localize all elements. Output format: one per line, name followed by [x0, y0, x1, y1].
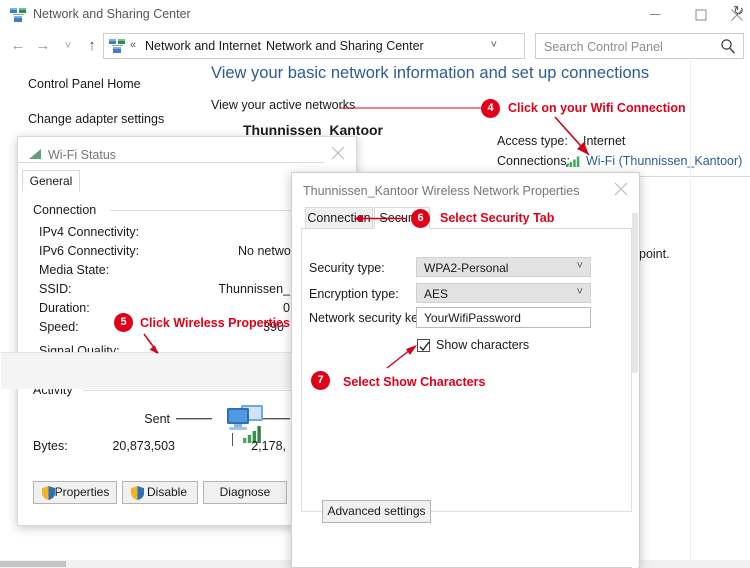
wireless-properties-title: Thunnissen_Kantoor Wireless Network Prop…: [303, 184, 580, 198]
annotation-text-4: Click on your Wifi Connection: [508, 101, 686, 115]
wifi-status-title: Wi-Fi Status: [48, 148, 116, 162]
sidebar-item-change-adapter-settings[interactable]: Change adapter settings: [28, 112, 164, 126]
chevron-down-icon[interactable]: ˅: [491, 39, 497, 51]
search-input[interactable]: Search Control Panel: [535, 33, 744, 59]
connection-link-wifi[interactable]: Wi-Fi (Thunnissen_Kantoor): [586, 154, 742, 168]
window-title: Network and Sharing Center: [33, 7, 191, 21]
ipv6-connectivity-value: No networ: [180, 244, 295, 258]
window-titlebar: Network and Sharing Center: [0, 0, 750, 30]
breadcrumb-item-network-and-sharing-center[interactable]: Network and Sharing Center: [266, 39, 424, 53]
search-icon: [720, 38, 736, 58]
ipv6-connectivity-label: IPv6 Connectivity:: [39, 244, 139, 258]
forward-button[interactable]: →: [31, 33, 55, 59]
properties-button[interactable]: Properties: [33, 481, 117, 504]
chevron-down-icon: ˅: [577, 286, 583, 298]
address-network-icon: [109, 38, 126, 54]
security-type-select[interactable]: WPA2-Personal ˅: [416, 257, 591, 277]
maximize-button[interactable]: [678, 0, 724, 30]
wifi-signal-icon: [29, 149, 42, 163]
active-networks-subheading: View your active networks: [211, 98, 355, 112]
disable-button-label: Disable: [147, 485, 187, 499]
bytes-received-value: 2,178,: [246, 439, 286, 453]
breadcrumb-separator-icon: ›: [254, 40, 258, 52]
annotation-arrow-5: [140, 333, 168, 359]
encryption-type-value: AES: [424, 287, 448, 301]
wifi-status-footer: [1, 352, 339, 389]
panel-divider: [690, 60, 691, 568]
annotation-arrow-7: [385, 344, 421, 370]
network-security-key-label: Network security key: [309, 311, 424, 325]
breadcrumb-item-network-and-internet[interactable]: Network and Internet: [145, 39, 261, 53]
breadcrumb-overflow-icon[interactable]: «: [130, 39, 136, 51]
annotation-badge-7: 7: [311, 371, 330, 390]
network-security-key-input[interactable]: YourWifiPassword: [416, 307, 591, 328]
bytes-label: Bytes:: [33, 439, 68, 453]
refresh-icon[interactable]: ↻: [733, 3, 744, 19]
wifi-status-close-button[interactable]: [320, 137, 356, 169]
shield-icon: [131, 486, 144, 507]
media-state-label: Media State:: [39, 263, 109, 277]
annotation-badge-6: 6: [411, 209, 430, 228]
trailing-text: point.: [639, 247, 670, 261]
network-icon: [10, 7, 27, 23]
dialog-scrollbar-thumb[interactable]: [632, 213, 638, 373]
encryption-type-select[interactable]: AES ˅: [416, 283, 591, 303]
encryption-type-label: Encryption type:: [309, 287, 399, 301]
recent-locations-button[interactable]: ˅: [56, 33, 80, 59]
annotation-arrow-4: [553, 115, 599, 163]
activity-divider: [232, 433, 233, 446]
security-type-label: Security type:: [309, 261, 385, 275]
connection-group-label: Connection: [33, 203, 101, 217]
wireless-properties-close-button[interactable]: [603, 173, 639, 205]
back-button[interactable]: ←: [6, 33, 30, 59]
bytes-sent-value: 20,873,503: [110, 439, 175, 453]
annotation-arrow-6: [353, 214, 409, 224]
annotation-text-6: Select Security Tab: [440, 211, 554, 225]
properties-button-label: Properties: [55, 485, 110, 499]
sidebar-item-control-panel-home[interactable]: Control Panel Home: [28, 77, 141, 91]
ssid-label: SSID:: [39, 282, 72, 296]
search-placeholder: Search Control Panel: [544, 40, 663, 54]
up-button[interactable]: ↑: [80, 33, 104, 59]
annotation-leader-line-4: [340, 105, 484, 111]
close-icon: [332, 147, 345, 160]
shield-icon: [42, 486, 55, 507]
minimize-button[interactable]: [632, 0, 678, 30]
close-icon: [615, 183, 628, 196]
page-title: View your basic network information and …: [211, 64, 649, 83]
sent-dash-line: [176, 418, 212, 421]
speed-label: Speed:: [39, 320, 79, 334]
security-type-value: WPA2-Personal: [424, 261, 508, 275]
ipv4-connectivity-label: IPv4 Connectivity:: [39, 225, 139, 239]
duration-value: 0: [180, 301, 290, 315]
address-bar[interactable]: « Network and Internet › Network and Sha…: [103, 33, 525, 59]
annotation-text-7: Select Show Characters: [343, 375, 485, 389]
duration-label: Duration:: [39, 301, 90, 315]
advanced-settings-button[interactable]: Advanced settings: [322, 500, 431, 523]
minimize-icon: [650, 14, 661, 16]
horizontal-scrollbar-thumb[interactable]: [0, 561, 66, 567]
wifi-status-tabstrip: [16, 162, 324, 163]
show-characters-label[interactable]: Show characters: [436, 338, 529, 352]
network-security-key-value: YourWifiPassword: [424, 311, 521, 325]
diagnose-button[interactable]: Diagnose: [203, 481, 287, 504]
disable-button[interactable]: Disable: [122, 481, 198, 504]
tab-general[interactable]: General: [22, 170, 80, 192]
ssid-value: Thunnissen_: [180, 282, 290, 296]
sent-label: Sent: [120, 412, 170, 426]
annotation-text-5: Click Wireless Properties: [140, 316, 290, 330]
annotation-badge-5: 5: [114, 313, 133, 332]
maximize-icon: [696, 10, 707, 21]
chevron-down-icon: ˅: [577, 260, 583, 272]
